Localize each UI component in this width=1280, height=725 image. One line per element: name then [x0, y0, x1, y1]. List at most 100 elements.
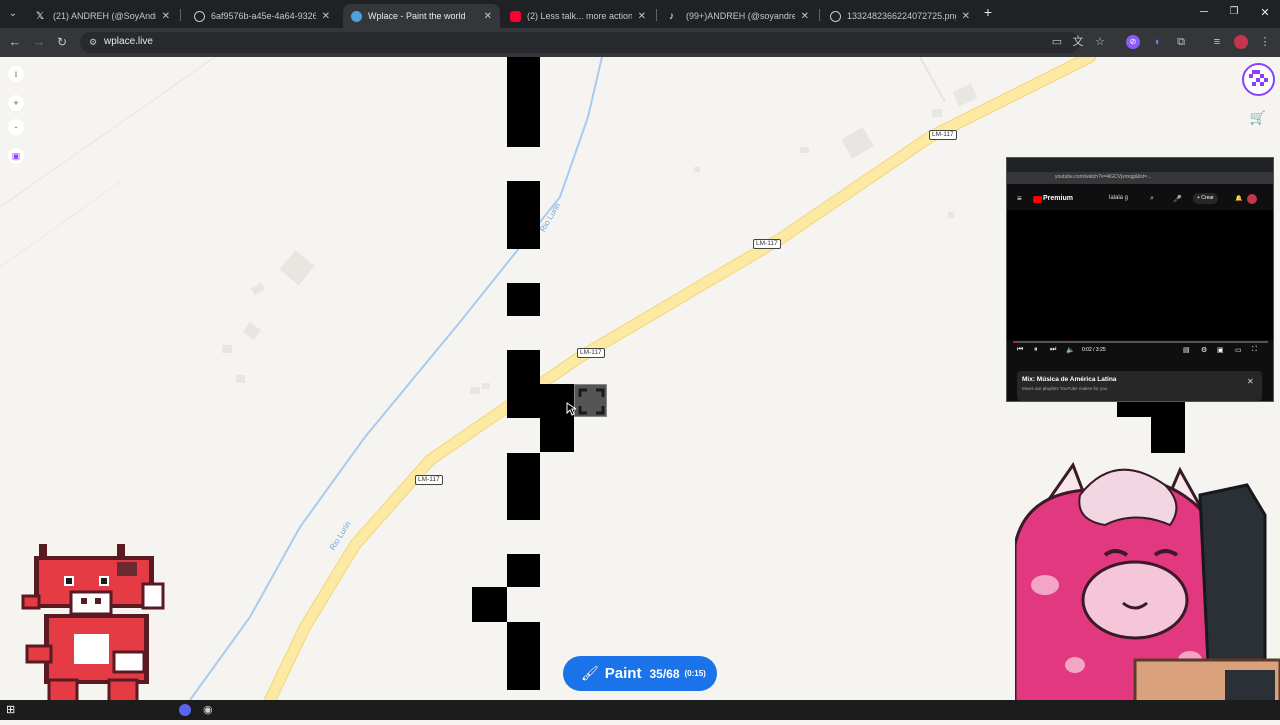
- twitch-icon[interactable]: ▣: [8, 148, 24, 164]
- previous-icon[interactable]: ⏮: [1017, 346, 1023, 354]
- notification-bell-icon[interactable]: 🔔: [1235, 195, 1242, 202]
- tab-tiktok[interactable]: ♪ (99+)ANDREH (@soyandreh) | ✕: [661, 4, 817, 28]
- paintbrush-icon: 🖌: [581, 665, 599, 681]
- extension-icon[interactable]: ⊘: [1126, 35, 1140, 49]
- profile-avatar[interactable]: [1234, 35, 1248, 49]
- tab-title: Wplace - Paint the world: [368, 11, 466, 21]
- close-icon[interactable]: ✕: [801, 11, 809, 22]
- pause-icon[interactable]: ⏸: [1034, 346, 1038, 354]
- steam-icon[interactable]: ◉: [203, 703, 217, 717]
- painted-pixel: [507, 57, 540, 147]
- theater-mode-icon[interactable]: ▭: [1235, 346, 1242, 354]
- captions-icon[interactable]: ▤: [1183, 346, 1190, 354]
- create-button[interactable]: + Crear: [1193, 193, 1218, 204]
- tab-x[interactable]: 𝕏 (21) ANDREH (@SoyAndreh) / X ✕: [28, 4, 178, 28]
- tab-divider: [180, 9, 181, 21]
- new-tab-button[interactable]: +: [978, 4, 998, 20]
- tab-title: (99+)ANDREH (@soyandreh) |: [686, 11, 795, 21]
- overlay-profile-avatar[interactable]: [1247, 194, 1257, 204]
- tab-divider: [656, 9, 657, 21]
- fullscreen-icon[interactable]: ⛶: [1252, 346, 1257, 354]
- close-icon[interactable]: ✕: [1247, 377, 1254, 386]
- road-label: LM-117: [929, 130, 957, 140]
- bookmark-star-icon[interactable]: ☆: [1093, 35, 1107, 49]
- search-icon[interactable]: ⌕: [1150, 195, 1154, 203]
- close-icon[interactable]: ✕: [638, 11, 646, 22]
- back-arrow-icon[interactable]: ←: [6, 34, 24, 50]
- mix-title: Mix: Música de América Latina: [1022, 376, 1117, 383]
- url-text[interactable]: wplace.live: [104, 36, 153, 47]
- painted-pixel: [507, 622, 540, 690]
- forward-arrow-icon[interactable]: →: [30, 34, 48, 50]
- close-icon[interactable]: ✕: [322, 11, 330, 22]
- tab-youtube[interactable]: (2) Less talk... more action. / Lo ✕: [502, 4, 654, 28]
- pixel-logo-icon: [1249, 70, 1268, 86]
- tab-bar: ⌄ 𝕏 (21) ANDREH (@SoyAndreh) / X ✕ 6af95…: [0, 0, 1280, 28]
- next-icon[interactable]: ⏭: [1050, 346, 1056, 354]
- miniplayer-icon[interactable]: ▣: [1217, 346, 1224, 354]
- minimize-button[interactable]: ─: [1194, 6, 1214, 18]
- x-logo-icon: 𝕏: [36, 10, 45, 22]
- overlay-search-text[interactable]: lalala g: [1109, 195, 1128, 201]
- close-icon[interactable]: ✕: [962, 11, 970, 22]
- discord-icon[interactable]: [179, 704, 191, 716]
- video-progress-bar[interactable]: [1013, 341, 1268, 343]
- reading-list-icon[interactable]: ≡: [1210, 35, 1224, 49]
- pixel-selector[interactable]: [574, 384, 607, 417]
- tab-search-icon[interactable]: ⌄: [4, 6, 22, 22]
- painted-pixel: [1117, 402, 1185, 417]
- zoom-in-button[interactable]: +: [8, 95, 24, 111]
- video-overlay-window[interactable]: ≡ 🔔 ⌕ 🎤 youtube.com/watch?v=4iGCVjvroqg&…: [1006, 157, 1274, 402]
- paint-recharge-timer: (0:15): [684, 669, 706, 678]
- mouse-cursor-icon: [566, 402, 576, 416]
- paint-button[interactable]: 🖌 Paint 35/68 (0:15): [563, 656, 717, 691]
- pixel-cow-avatar: [21, 544, 165, 710]
- painted-pixel: [1151, 417, 1185, 453]
- settings-gear-icon[interactable]: ⚙: [1201, 346, 1207, 354]
- overlay-tab-bar: [1007, 158, 1273, 172]
- zoom-out-button[interactable]: -: [8, 119, 24, 135]
- crosshair-icon: [578, 388, 605, 415]
- tab-title: 6af9576b-a45e-4a64-9326-80: [211, 11, 316, 21]
- tab-uuid[interactable]: 6af9576b-a45e-4a64-9326-80 ✕: [186, 4, 338, 28]
- address-bar[interactable]: [80, 32, 1080, 53]
- site-settings-icon[interactable]: ⚙: [86, 35, 100, 49]
- restore-button[interactable]: ❐: [1224, 6, 1244, 17]
- painted-pixel: [472, 587, 507, 622]
- mix-subtitle: Mixes are playlists YouTube makes for yo…: [1022, 386, 1108, 391]
- shop-cart-icon[interactable]: 🛒: [1249, 110, 1267, 128]
- globe-icon: [194, 10, 205, 22]
- close-window-button[interactable]: ✕: [1255, 6, 1275, 19]
- youtube-logo-icon[interactable]: [1033, 196, 1042, 203]
- audio-extension-icon[interactable]: ◖: [1150, 35, 1164, 49]
- youtube-premium-label: Premium: [1043, 195, 1073, 202]
- pixel-art-character: [19, 534, 170, 720]
- painted-pixel: [540, 384, 574, 452]
- road-label: LM-117: [577, 348, 605, 358]
- tab-png[interactable]: 1332482366224072725.png (1 ✕: [822, 4, 978, 28]
- info-button[interactable]: i: [8, 66, 24, 82]
- globe-icon: [830, 10, 841, 22]
- video-player[interactable]: [1007, 210, 1273, 340]
- user-avatar-button[interactable]: [1242, 63, 1275, 96]
- paint-label: Paint: [604, 665, 642, 682]
- microphone-icon[interactable]: 🎤: [1173, 195, 1182, 203]
- painted-pixel: [507, 181, 540, 249]
- youtube-icon: [510, 10, 521, 22]
- hamburger-menu-icon[interactable]: ≡: [1017, 194, 1022, 203]
- menu-dots-icon[interactable]: ⋮: [1258, 35, 1272, 49]
- painted-pixel: [507, 453, 540, 520]
- volume-icon[interactable]: 🔈: [1066, 346, 1075, 354]
- reload-icon[interactable]: ↻: [53, 34, 71, 50]
- painted-pixel: [507, 350, 540, 418]
- cast-icon[interactable]: ▭: [1050, 35, 1064, 49]
- tab-wplace[interactable]: Wplace - Paint the world ✕: [343, 4, 500, 28]
- tab-title: 1332482366224072725.png (1: [847, 11, 956, 21]
- video-time: 0:02 / 3:25: [1082, 347, 1106, 353]
- overlay-url[interactable]: youtube.com/watch?v=4iGCVjvroqg&list=...: [1055, 174, 1151, 180]
- translate-icon[interactable]: 文: [1071, 35, 1085, 49]
- extensions-puzzle-icon[interactable]: ⧉: [1174, 35, 1188, 49]
- close-icon[interactable]: ✕: [484, 11, 492, 22]
- windows-start-icon[interactable]: ⊞: [6, 704, 18, 716]
- close-icon[interactable]: ✕: [162, 11, 170, 22]
